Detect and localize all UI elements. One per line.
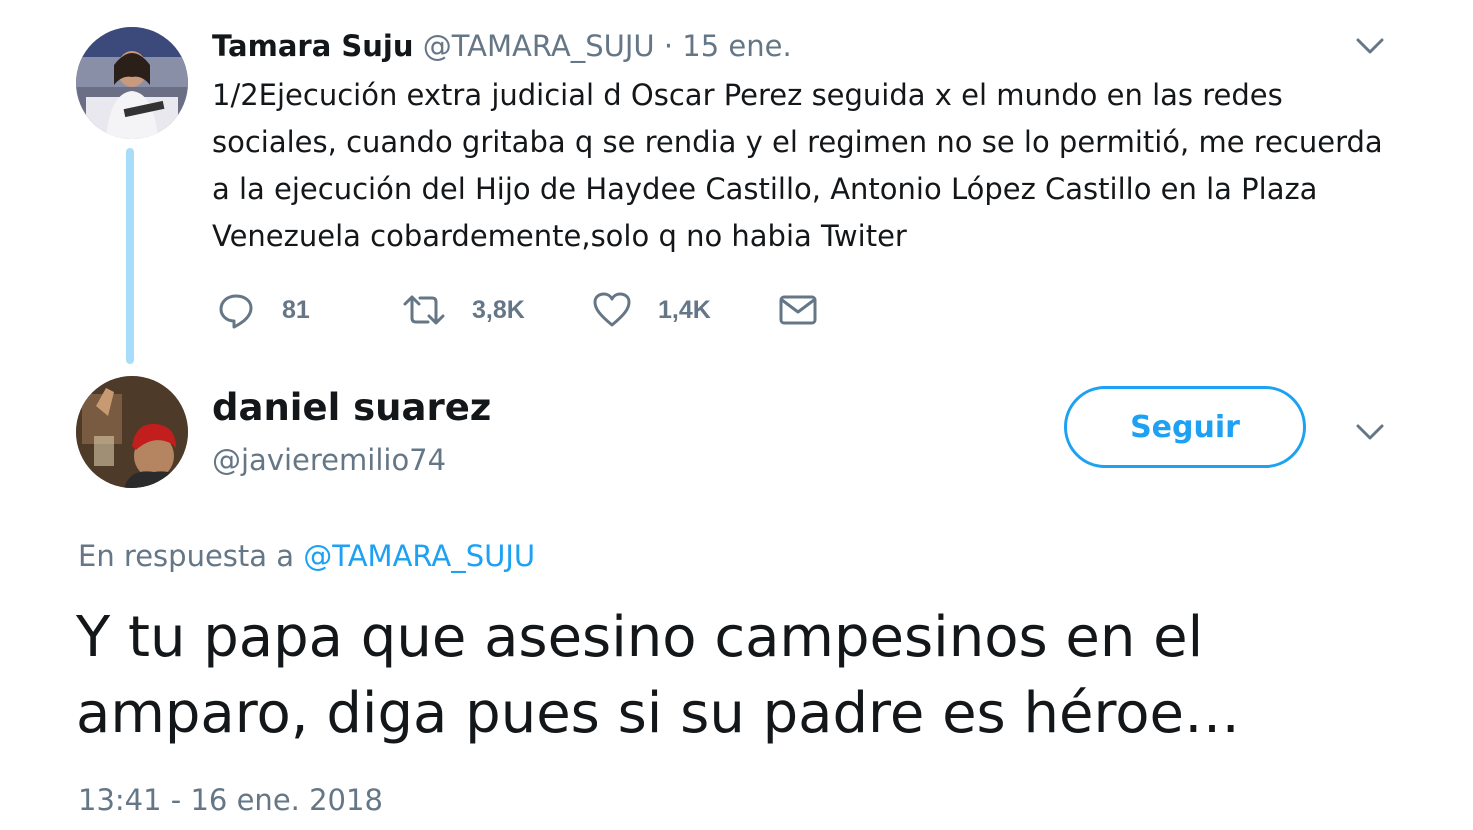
retweet-count: 3,8K [472, 295, 525, 324]
parent-tweet-line: sociales, cuando gritaba q se rendia y e… [212, 125, 1383, 159]
reply-author-handle[interactable]: @javieremilio74 [212, 440, 446, 480]
parent-tweet-date[interactable]: 15 ene. [682, 29, 791, 63]
tweet-timestamp[interactable]: 13:41 - 16 ene. 2018 [78, 780, 383, 820]
parent-tweet-line: a la ejecución del Hijo de Haydee Castil… [212, 172, 1318, 206]
header-separator: · [654, 29, 683, 63]
like-count: 1,4K [658, 295, 711, 324]
parent-tweet-text: 1/2Ejecución extra judicial d Oscar Pere… [212, 72, 1412, 260]
envelope-icon [779, 295, 817, 325]
parent-tweet-line: Venezuela cobardemente,solo q no habia T… [212, 219, 907, 253]
reply-icon [219, 294, 253, 329]
reply-button[interactable]: 81 [216, 288, 310, 332]
heart-icon [593, 292, 631, 327]
chevron-down-icon[interactable] [1353, 34, 1387, 58]
reply-context-prefix: En respuesta a [78, 539, 304, 573]
reply-author-name[interactable]: daniel suarez [212, 385, 491, 431]
reply-context: En respuesta a @TAMARA_SUJU [78, 536, 535, 576]
reply-tweet-text: Y tu papa que asesino campesinos en el a… [76, 600, 1240, 752]
thread-connector-line [126, 148, 134, 364]
reply-count: 81 [282, 295, 310, 324]
reply-context-mention[interactable]: @TAMARA_SUJU [303, 539, 535, 573]
parent-author-avatar[interactable] [76, 27, 188, 139]
profile-photo-icon [76, 27, 188, 139]
parent-author-name[interactable]: Tamara Suju [212, 29, 414, 63]
reply-tweet-line: Y tu papa que asesino campesinos en el [76, 605, 1204, 670]
profile-photo-icon [76, 376, 188, 488]
parent-tweet-header: Tamara Suju @TAMARA_SUJU · 15 ene. [212, 26, 792, 66]
direct-message-button[interactable] [778, 288, 818, 332]
parent-author-handle[interactable]: @TAMARA_SUJU [423, 29, 655, 63]
reply-tweet-line: amparo, diga pues si su padre es héroe… [76, 681, 1240, 746]
like-button[interactable]: 1,4K [592, 288, 711, 332]
chevron-down-icon[interactable] [1353, 420, 1387, 444]
retweet-icon [403, 295, 445, 325]
retweet-button[interactable]: 3,8K [402, 288, 525, 332]
follow-button[interactable]: Seguir [1064, 386, 1306, 468]
reply-author-avatar[interactable] [76, 376, 188, 488]
parent-tweet-line: 1/2Ejecución extra judicial d Oscar Pere… [212, 78, 1283, 112]
